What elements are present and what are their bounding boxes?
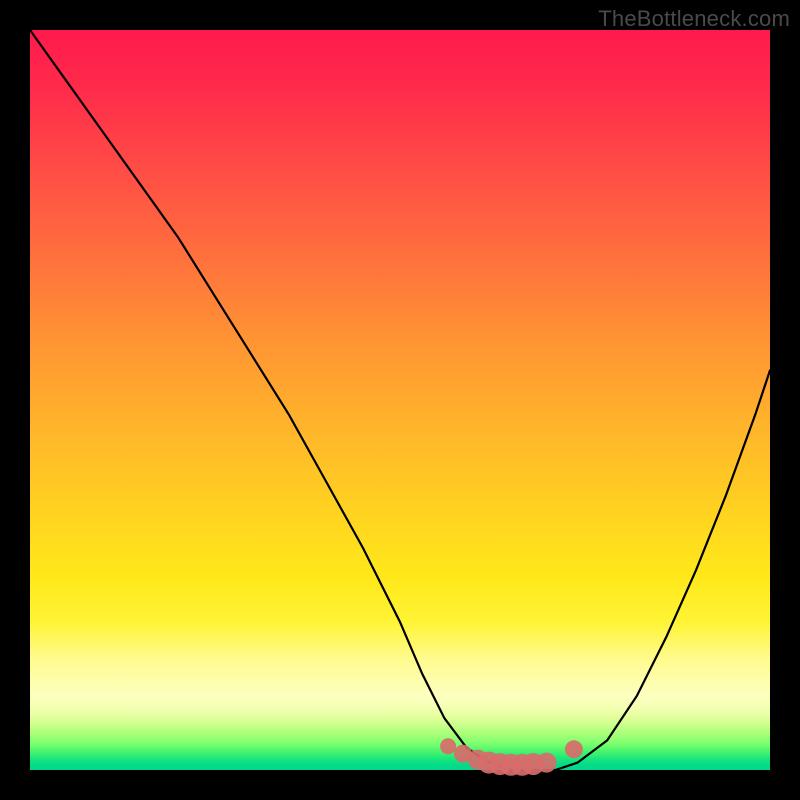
- optimal-marker: [440, 738, 456, 754]
- optimal-marker: [537, 753, 557, 773]
- bottleneck-curve: [30, 30, 770, 770]
- curve-layer: [30, 30, 770, 770]
- optimal-marker: [565, 740, 583, 758]
- chart-frame: TheBottleneck.com: [0, 0, 800, 800]
- optimal-range-markers: [440, 738, 583, 776]
- gradient-plot-area: [30, 30, 770, 770]
- watermark-text: TheBottleneck.com: [598, 6, 790, 32]
